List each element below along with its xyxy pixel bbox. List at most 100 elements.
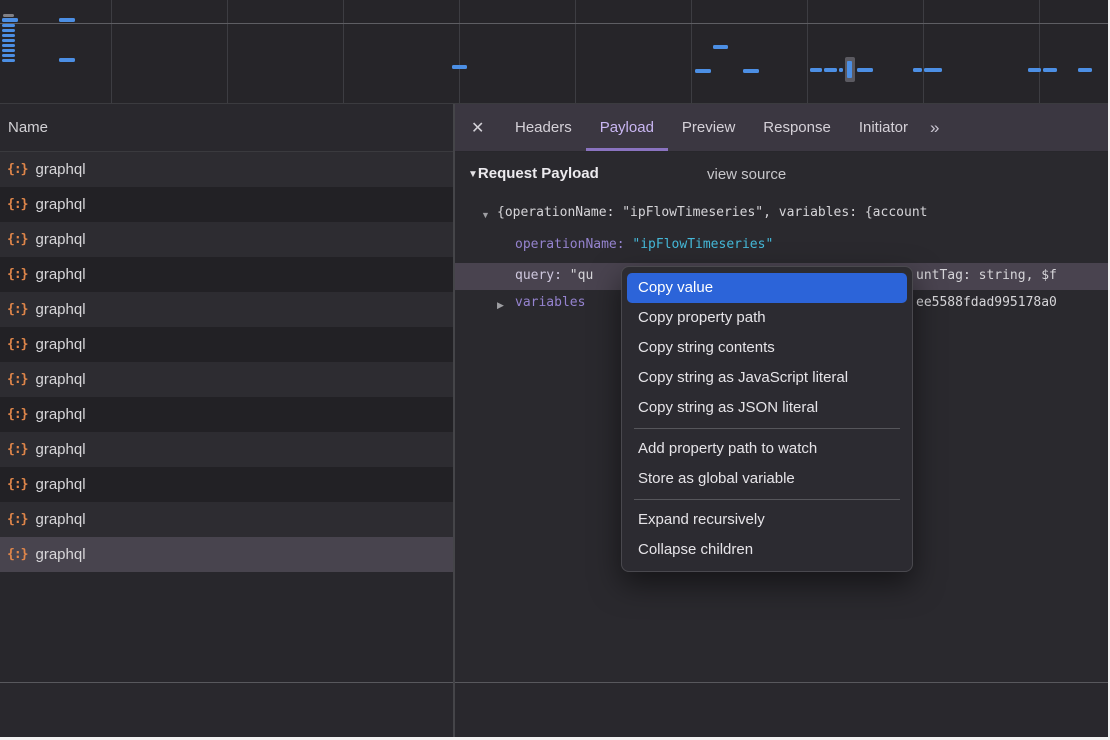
menu-item-copy-string-as-javascript-literal[interactable]: Copy string as JavaScript literal	[627, 363, 907, 393]
request-row[interactable]: {:} graphql	[0, 397, 453, 432]
request-row[interactable]: {:} graphql	[0, 502, 453, 537]
close-icon[interactable]: ✕	[471, 118, 501, 138]
request-row[interactable]: {:} graphql	[0, 537, 453, 572]
request-timing-bar[interactable]	[810, 68, 822, 72]
json-doc-icon: {:}	[7, 512, 27, 527]
request-timing-bar[interactable]	[713, 45, 728, 49]
menu-item-add-property-path-to-watch[interactable]: Add property path to watch	[627, 434, 907, 464]
tab-preview[interactable]: Preview	[668, 104, 749, 151]
menu-item-copy-value[interactable]: Copy value	[627, 273, 907, 303]
variables-row-right-fragment: ee5588fdad995178a0	[916, 295, 1057, 310]
name-column-header[interactable]: Name	[0, 104, 453, 152]
request-timing-bar[interactable]	[913, 68, 922, 72]
network-overview[interactable]	[0, 0, 1108, 104]
request-timing-bar[interactable]	[695, 69, 711, 73]
overview-gridline	[807, 0, 808, 103]
request-timing-bar[interactable]	[3, 14, 14, 17]
json-doc-icon: {:}	[7, 197, 27, 212]
request-timing-bar[interactable]	[2, 54, 15, 57]
request-timing-bar[interactable]	[2, 34, 15, 37]
view-source-link[interactable]: view source	[707, 166, 786, 183]
menu-item-expand-recursively[interactable]: Expand recursively	[627, 505, 907, 535]
request-timing-bar[interactable]	[824, 68, 837, 72]
tree-caret-down-icon[interactable]: ▼	[481, 210, 490, 220]
tree-caret-right-icon[interactable]: ▶	[497, 300, 504, 311]
json-doc-icon: {:}	[7, 372, 27, 387]
more-tabs-icon[interactable]: »	[930, 118, 938, 138]
request-row[interactable]: {:} graphql	[0, 362, 453, 397]
query-row-right-fragment: untTag: string, $f	[916, 268, 1057, 283]
json-doc-icon: {:}	[7, 547, 27, 562]
request-name: graphql	[35, 441, 85, 458]
request-row[interactable]: {:} graphql	[0, 432, 453, 467]
menu-item-store-as-global-variable[interactable]: Store as global variable	[627, 464, 907, 494]
request-timing-bar[interactable]	[2, 24, 15, 27]
payload-preview-line[interactable]: {operationName: "ipFlowTimeseries", vari…	[497, 205, 927, 220]
details-tabbar: ✕ HeadersPayloadPreviewResponseInitiator…	[453, 104, 1108, 151]
request-timing-bar[interactable]	[59, 58, 75, 62]
request-timing-bar[interactable]	[743, 69, 759, 73]
tab-headers[interactable]: Headers	[501, 104, 586, 151]
request-timing-bar[interactable]	[59, 18, 75, 22]
variables-row[interactable]: variables	[515, 295, 585, 310]
request-row[interactable]: {:}graphql	[0, 152, 453, 187]
panel-divider[interactable]	[453, 104, 455, 737]
request-row[interactable]: {:} graphql	[0, 327, 453, 362]
request-row[interactable]: {:} graphql	[0, 222, 453, 257]
request-list: {:} graphql {:} graphql {:} graphql {:} graphql…	[0, 152, 453, 682]
request-name: graphql	[35, 231, 85, 248]
menu-item-copy-string-as-json-literal[interactable]: Copy string as JSON literal	[627, 393, 907, 423]
request-timing-bar[interactable]	[2, 29, 15, 32]
request-timing-bar[interactable]	[839, 68, 843, 72]
menu-item-copy-string-contents[interactable]: Copy string contents	[627, 333, 907, 363]
devtools-network-panel: Name ✕ HeadersPayloadPreviewResponseInit…	[0, 0, 1108, 737]
overview-gridline	[343, 0, 344, 103]
context-menu: Copy valueCopy property pathCopy string …	[621, 266, 913, 572]
menu-separator	[634, 428, 900, 429]
tabs-holder: HeadersPayloadPreviewResponseInitiator	[501, 104, 922, 151]
request-timing-bar[interactable]	[1078, 68, 1092, 72]
request-name: graphql	[35, 511, 85, 528]
query-row[interactable]: query: "qu	[515, 268, 593, 283]
request-row[interactable]: {:} graphql	[0, 187, 453, 222]
request-name: graphql	[35, 546, 85, 563]
json-doc-icon: {:}	[7, 477, 27, 492]
overview-gridline-horizontal	[0, 23, 1108, 24]
request-timing-bar[interactable]	[2, 44, 15, 47]
request-timing-bar[interactable]	[2, 49, 15, 52]
overview-gridline	[923, 0, 924, 103]
menu-item-copy-property-path[interactable]: Copy property path	[627, 303, 907, 333]
json-doc-icon: {:}	[7, 232, 27, 247]
json-doc-icon: {:}	[7, 337, 27, 352]
request-timing-bar[interactable]	[857, 68, 873, 72]
selected-request-marker-bar	[847, 61, 852, 78]
request-row[interactable]: {:}graphql	[0, 292, 453, 327]
request-name: graphql	[35, 336, 85, 353]
request-timing-bar[interactable]	[924, 68, 942, 72]
menu-item-collapse-children[interactable]: Collapse children	[627, 535, 907, 565]
request-timing-bar[interactable]	[2, 39, 15, 42]
request-row[interactable]: {:}graphql	[0, 257, 453, 292]
request-name: graphql	[35, 266, 85, 283]
request-name: graphql	[35, 371, 85, 388]
selected-request-marker[interactable]	[845, 57, 855, 82]
overview-gridline	[691, 0, 692, 103]
request-name: graphql	[35, 406, 85, 423]
request-row[interactable]: {:}graphql	[0, 467, 453, 502]
operation-name-row[interactable]: operationName: "ipFlowTimeseries"	[515, 237, 773, 252]
request-name: graphql	[35, 301, 85, 318]
request-timing-bar[interactable]	[1043, 68, 1057, 72]
request-timing-bar[interactable]	[452, 65, 467, 69]
request-timing-bar[interactable]	[2, 59, 15, 62]
tab-response[interactable]: Response	[749, 104, 845, 151]
request-timing-bar[interactable]	[2, 18, 18, 22]
request-name: graphql	[35, 196, 85, 213]
request-payload-title[interactable]: ▼Request Payload	[468, 165, 599, 182]
request-timing-bar[interactable]	[1028, 68, 1041, 72]
json-doc-icon: {:}	[7, 442, 27, 457]
overview-gridline	[575, 0, 576, 103]
overview-gridline	[459, 0, 460, 103]
tab-payload[interactable]: Payload	[586, 104, 668, 151]
json-doc-icon: {:}	[7, 407, 27, 422]
tab-initiator[interactable]: Initiator	[845, 104, 922, 151]
